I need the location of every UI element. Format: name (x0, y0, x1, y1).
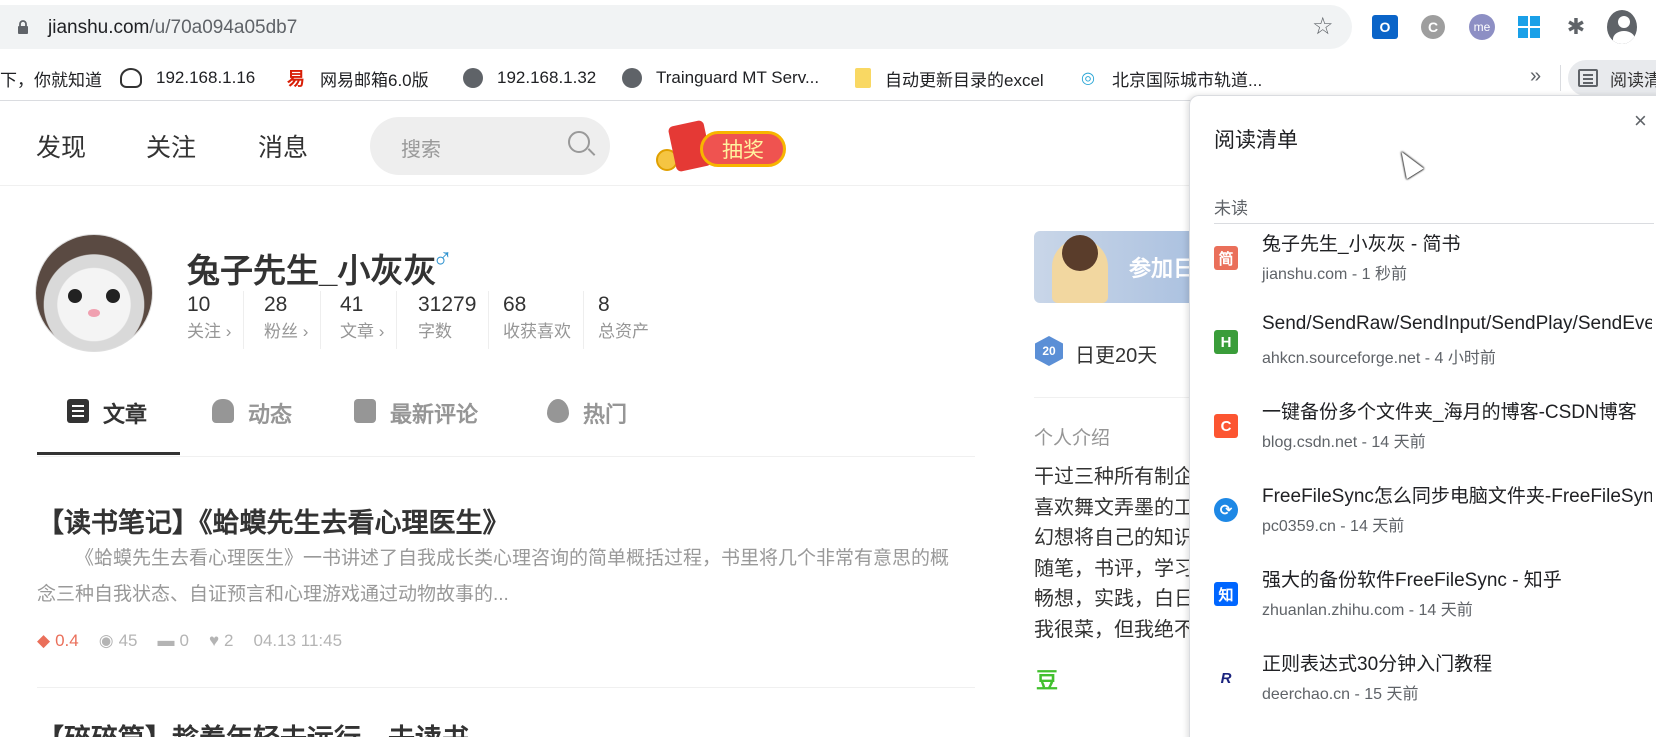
douban-icon[interactable]: 豆 (1036, 663, 1058, 695)
bookmark-item[interactable]: 下，你就知道 (0, 55, 102, 101)
metro-icon: ◎ (1081, 70, 1095, 87)
stat-followers[interactable]: 28 粉丝 › (264, 291, 322, 349)
nav-follow[interactable]: 关注 (146, 128, 196, 164)
search-placeholder: 搜索 (401, 139, 441, 161)
deerchao-favicon-icon: R (1214, 666, 1238, 690)
article-meta: ◆ 0.4 ◉ 45 ▬ 0 ♥ 2 04.13 11:45 (37, 629, 362, 653)
search-input[interactable]: 搜索 (370, 117, 610, 175)
close-icon[interactable]: × (1634, 108, 1647, 134)
reading-list-item[interactable]: H Send/SendRaw/SendInput/SendPlay/SendEv… (1214, 313, 1654, 383)
bookmark-item[interactable]: Trainguard MT Serv... (622, 55, 819, 101)
divider (37, 687, 975, 688)
browser-toolbar: jianshu.com/u/70a094a05db7 ☆ O C me ✱ (0, 0, 1656, 55)
reading-girl-illustration (1052, 235, 1108, 303)
zhihu-favicon-icon: 知 (1214, 582, 1238, 606)
profile-name: 兔子先生_小灰灰 (187, 252, 437, 289)
like-count: ♥ 2 (208, 631, 234, 650)
view-count: ◉ 45 (98, 631, 138, 650)
divider (1034, 397, 1214, 398)
tab-activity[interactable]: 动态 (212, 397, 292, 453)
bookmark-item[interactable]: 192.168.1.32 (463, 55, 596, 101)
lock-icon (18, 20, 28, 34)
panel-title: 阅读清单 (1214, 129, 1298, 152)
divider (1214, 223, 1654, 224)
outlook-extension-icon[interactable]: O (1370, 12, 1400, 42)
bookmarks-overflow-chevron-icon[interactable]: » (1530, 65, 1541, 88)
article-time: 04.13 11:45 (253, 631, 343, 650)
reading-list-item[interactable]: 知 强大的备份软件FreeFileSync - 知乎 zhuanlan.zhih… (1214, 565, 1654, 635)
me-extension-icon[interactable]: me (1467, 12, 1497, 42)
comment-icon: ▬ (157, 631, 175, 650)
reading-list-item[interactable]: C 一键备份多个文件夹_海月的博客-CSDN博客 blog.csdn.net -… (1214, 397, 1654, 467)
windows-extension-icon[interactable] (1514, 12, 1544, 42)
stat-likes: 68 收获喜欢 (503, 291, 584, 349)
reading-list-icon (1578, 69, 1598, 87)
comment-count[interactable]: ▬ 0 (157, 631, 188, 651)
reading-list-item[interactable]: ⟳ FreeFileSync怎么同步电脑文件夹-FreeFileSync pc0… (1214, 481, 1654, 551)
nav-discover[interactable]: 发现 (36, 128, 86, 164)
netease-163-icon: 易 (287, 69, 305, 89)
bookmark-star-icon[interactable]: ☆ (1312, 14, 1334, 40)
csdn-favicon-icon: C (1214, 414, 1238, 438)
ahk-favicon-icon: H (1214, 330, 1238, 354)
reading-list-button[interactable]: 阅读清 (1568, 60, 1656, 96)
bookmark-item[interactable]: 易网易邮箱6.0版 (286, 55, 429, 101)
tab-articles[interactable]: 文章 (37, 397, 181, 455)
intro-text: 干过三种所有制企 喜欢舞文弄墨的工 幻想将自己的知识 随笔，书评，学习 畅想，实… (1034, 466, 1194, 641)
profile-tabs: 文章 动态 最新评论 热门 (37, 377, 975, 457)
globe-icon (622, 68, 642, 88)
tab-latest-comments[interactable]: 最新评论 (354, 397, 478, 453)
male-icon: ♂ (432, 243, 453, 274)
streak-text: 日更20天 (1075, 345, 1158, 367)
comment-icon (354, 399, 376, 423)
diamond-count: ◆ 0.4 (37, 631, 79, 650)
gauge-icon (120, 68, 142, 88)
article-title[interactable]: 【读书笔记】《蛤蟆先生去看心理医生》 (37, 501, 510, 540)
intro-heading: 个人介绍 (1034, 428, 1111, 449)
stat-following[interactable]: 10 关注 › (187, 291, 245, 349)
streak-badge-icon: 20 (1035, 336, 1063, 366)
reading-list-item[interactable]: R 正则表达式30分钟入门教程 deerchao.cn - 15 天前 (1214, 649, 1654, 719)
event-banner[interactable]: 参加日 (1034, 231, 1214, 303)
search-icon[interactable] (568, 131, 590, 153)
unread-section-heading: 未读 (1214, 199, 1248, 218)
nav-messages[interactable]: 消息 (258, 128, 308, 164)
reading-list-item[interactable]: 简 兔子先生_小灰灰 - 简书 jianshu.com - 1 秒前 (1214, 229, 1654, 299)
diamond-icon: ◆ (37, 631, 51, 650)
c-extension-icon[interactable]: C (1418, 12, 1448, 42)
bell-icon (212, 399, 234, 423)
document-icon (67, 399, 89, 423)
globe-icon (463, 68, 483, 88)
extensions-puzzle-icon[interactable]: ✱ (1561, 12, 1591, 42)
jianshu-favicon-icon: 简 (1214, 246, 1238, 270)
bookmarks-divider (1560, 65, 1561, 91)
avatar[interactable] (35, 234, 153, 352)
eye-icon: ◉ (98, 631, 114, 650)
tab-hot[interactable]: 热门 (547, 397, 627, 453)
bookmark-item[interactable]: 自动更新目录的excel (855, 55, 1044, 101)
article-title[interactable]: 【碎碎篇】趁着年轻去远行，去读书 (37, 717, 469, 737)
stat-assets: 8 总资产 (598, 293, 649, 341)
url-text: jianshu.com/u/70a094a05db7 (48, 17, 298, 38)
stat-words: 31279 字数 (418, 291, 490, 349)
folder-icon (855, 68, 871, 88)
article-abstract: 《蛤蟆先生去看心理医生》一书讲述了自我成长类心理咨询的简单概括过程，书里将几个非… (37, 548, 950, 605)
stat-articles[interactable]: 41 文章 › (340, 291, 398, 349)
lottery-label: 抽奖 (700, 131, 786, 167)
fire-icon (547, 399, 569, 423)
profile-avatar-icon[interactable] (1607, 10, 1637, 44)
bookmark-item[interactable]: 192.168.1.16 (120, 55, 255, 101)
address-bar[interactable]: jianshu.com/u/70a094a05db7 ☆ (0, 5, 1352, 49)
heart-icon: ♥ (208, 631, 220, 650)
freefilesync-favicon-icon: ⟳ (1214, 498, 1238, 522)
lottery-button[interactable]: 抽奖 (650, 119, 790, 177)
reading-list-panel: 阅读清单 × 未读 简 兔子先生_小灰灰 - 简书 jianshu.com - … (1189, 95, 1656, 737)
